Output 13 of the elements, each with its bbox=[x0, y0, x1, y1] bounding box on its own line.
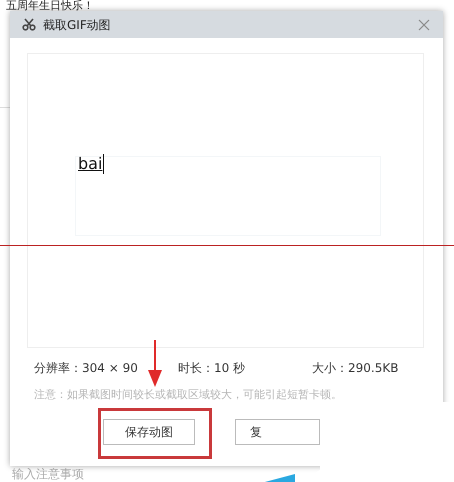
info-text: 大小：290.5KB bbox=[312, 360, 398, 377]
preview-text: bai bbox=[78, 154, 104, 174]
close-icon[interactable] bbox=[418, 19, 430, 31]
info-text: 时长：10 秒 bbox=[178, 360, 246, 377]
window-title: 截取GIF动图 bbox=[43, 17, 111, 34]
arrow bbox=[148, 340, 162, 387]
input-hint: 输入注意事项 bbox=[12, 468, 84, 481]
copy-button[interactable]: 复 bbox=[235, 419, 320, 445]
scissors-icon bbox=[22, 18, 36, 31]
save-button[interactable]: 保存动图 bbox=[103, 419, 195, 445]
info-text: 分辨率：304 × 90 bbox=[34, 360, 138, 377]
note-text: 注意：如果截图时间较长或截取区域较大，可能引起短暂卡顿。 bbox=[34, 387, 342, 403]
page-heading: 五周年生日快乐！ bbox=[6, 0, 94, 11]
